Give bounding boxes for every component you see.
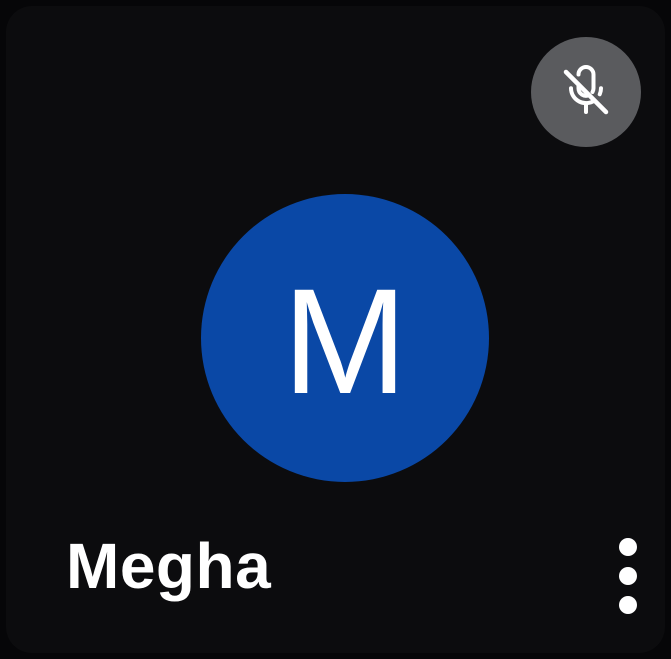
participant-name: Megha [66, 530, 272, 602]
more-vert-icon-dot [619, 567, 637, 585]
mic-muted-indicator [531, 37, 641, 147]
more-vert-icon [619, 538, 637, 556]
more-vert-icon-dot [619, 596, 637, 614]
microphone-off-icon [563, 65, 609, 115]
participant-tile[interactable]: M Megha [6, 6, 665, 653]
avatar-initial: M [282, 257, 408, 425]
avatar: M [201, 194, 489, 482]
more-options-button[interactable] [608, 538, 648, 614]
